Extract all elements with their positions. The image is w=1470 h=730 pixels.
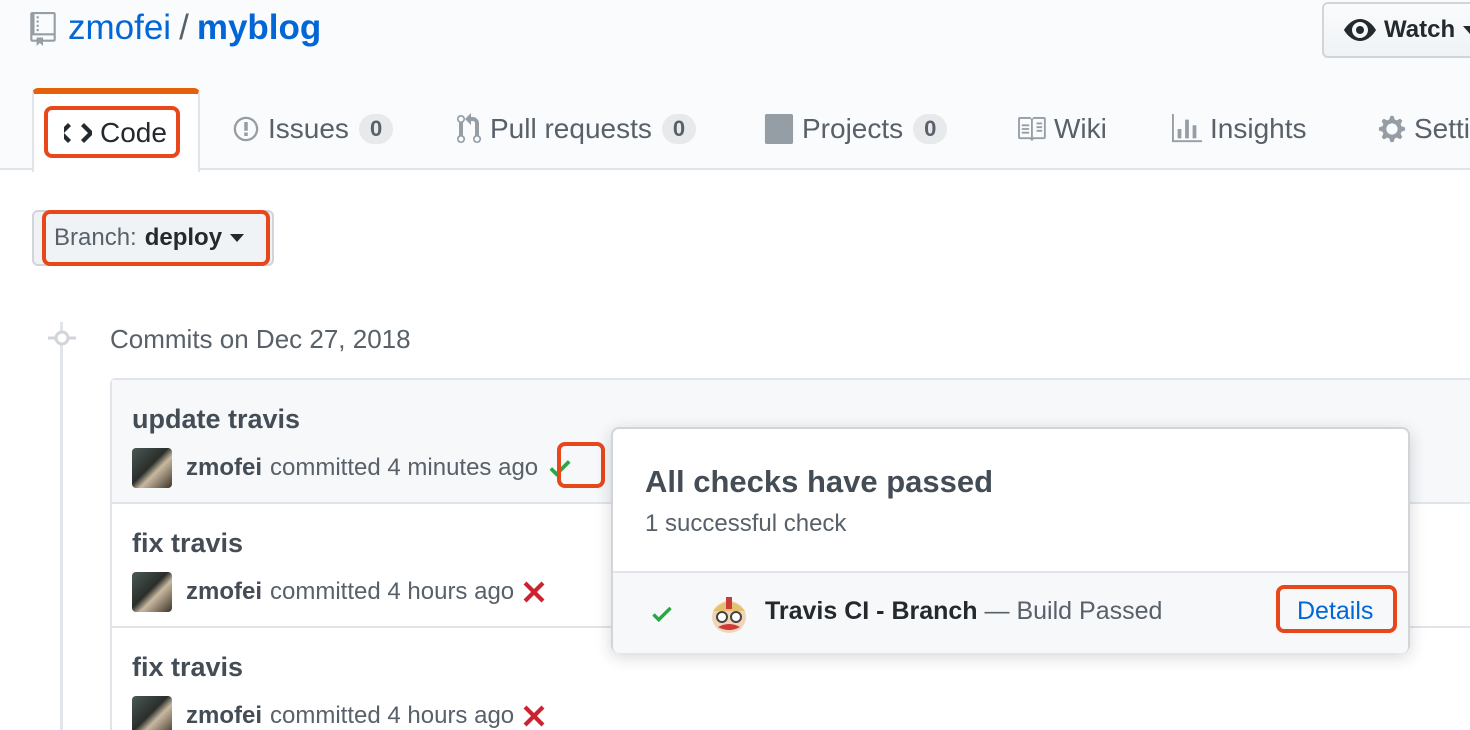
commits-date-heading: Commits on Dec 27, 2018	[110, 324, 411, 354]
tab-pull-requests[interactable]: Pull requests 0	[456, 88, 697, 170]
commit-status-failure[interactable]	[522, 704, 546, 728]
pull-requests-counter: 0	[661, 114, 697, 144]
repo-name-link[interactable]: myblog	[197, 8, 321, 47]
pull-request-icon	[457, 113, 481, 144]
watch-button[interactable]: Watch	[1322, 2, 1470, 58]
repo-title: zmofei / myblog	[68, 6, 321, 50]
avatar[interactable]	[132, 696, 172, 730]
issues-counter: 0	[358, 114, 394, 144]
chevron-down-icon	[1463, 26, 1470, 34]
commit-node-icon	[48, 330, 76, 346]
checks-popover-title: All checks have passed	[645, 464, 994, 499]
commit-meta: zmofei committed 4 minutes ago	[132, 448, 574, 488]
tab-wiki[interactable]: Wiki	[1016, 88, 1107, 170]
tab-settings[interactable]: Settings	[1378, 88, 1470, 170]
commit-time: committed 4 hours ago	[270, 578, 515, 605]
repo-owner-link[interactable]: zmofei	[68, 8, 171, 47]
tab-pull-requests-label: Pull requests	[490, 113, 652, 144]
commit-title-link[interactable]: update travis	[132, 402, 300, 436]
graph-icon	[1172, 114, 1202, 143]
repo-separator: /	[179, 8, 189, 47]
commit-title-link[interactable]: fix travis	[132, 526, 243, 560]
commit-author-link[interactable]: zmofei	[186, 578, 262, 606]
book-icon	[1018, 117, 1046, 141]
repo-icon	[30, 12, 56, 46]
avatar[interactable]	[132, 448, 172, 488]
x-icon	[523, 705, 545, 727]
tab-insights-label: Insights	[1210, 113, 1307, 144]
check-run-name: Travis CI - Branch	[765, 597, 978, 625]
eye-icon	[1344, 19, 1376, 41]
projects-counter: 0	[913, 114, 948, 144]
project-icon	[764, 114, 794, 144]
commit-title-link[interactable]: fix travis	[132, 650, 243, 684]
repo-header: zmofei / myblog Watch Code Issues 0 Pull r…	[0, 0, 1470, 172]
tab-projects[interactable]: Projects 0	[764, 88, 948, 170]
commit-meta: zmofei committed 4 hours ago	[132, 572, 546, 612]
check-run-text: Travis CI - Branch — Build Passed	[765, 593, 1162, 629]
commit-author-link[interactable]: zmofei	[186, 454, 262, 482]
gear-icon	[1378, 115, 1406, 143]
timeline-line	[60, 322, 63, 730]
commit-meta: zmofei committed 4 hours ago	[132, 696, 546, 730]
tab-wiki-label: Wiki	[1054, 113, 1107, 144]
check-icon	[652, 606, 672, 623]
watch-label: Watch	[1384, 16, 1456, 43]
travis-ci-logo-icon	[712, 597, 746, 633]
tab-insights[interactable]: Insights	[1172, 88, 1307, 170]
highlight-branch-button	[42, 210, 270, 266]
highlight-status-check	[557, 442, 605, 488]
tab-issues-label: Issues	[268, 113, 349, 144]
tab-issues[interactable]: Issues 0	[232, 88, 394, 170]
avatar[interactable]	[132, 572, 172, 612]
check-run-description: — Build Passed	[984, 597, 1163, 625]
highlight-code-tab	[44, 106, 180, 158]
checks-popover-subtitle: 1 successful check	[645, 510, 847, 537]
tab-settings-label: Settings	[1414, 113, 1470, 144]
x-icon	[523, 581, 545, 603]
highlight-details-link	[1276, 585, 1397, 633]
commit-time: committed 4 minutes ago	[270, 454, 539, 481]
issue-opened-icon	[233, 116, 259, 142]
commit-time: committed 4 hours ago	[270, 702, 515, 729]
repo-nav-tabs: Code Issues 0 Pull requests 0 Projects 0…	[0, 88, 1470, 172]
commit-status-failure[interactable]	[522, 580, 546, 604]
tab-projects-label: Projects	[802, 113, 904, 144]
commit-author-link[interactable]: zmofei	[186, 702, 262, 730]
